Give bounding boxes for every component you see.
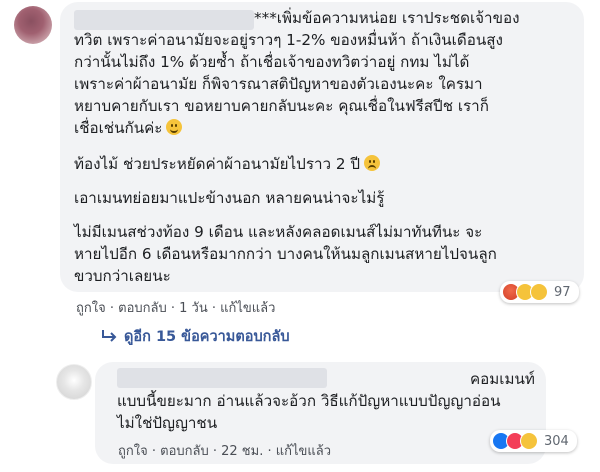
reply-text-line: แบบนี้ขยะมาก อ่านแล้วจะอ้วก วิธีแก้ปัญหา…: [117, 392, 501, 410]
haha-reaction-icon: [520, 432, 538, 450]
reaction-count: 97: [554, 284, 571, 300]
comment-text-line: เอาเมนทย่อยมาแปะข้างนอก หลายคนน่าจะไม่รู…: [74, 189, 385, 207]
view-more-replies-link[interactable]: ดูอีก 15 ข้อความตอบกลับ: [124, 325, 290, 348]
reaction-count: 304: [544, 433, 569, 449]
edited-label[interactable]: แก้ไขแล้ว: [220, 301, 275, 316]
comment-text-line: ไม่มีเมนสช่วงท้อง 9 เดือน และหลังคลอดเมน…: [74, 223, 483, 241]
edited-label[interactable]: แก้ไขแล้ว: [276, 444, 331, 459]
reply-link[interactable]: ตอบกลับ: [160, 444, 209, 459]
like-link[interactable]: ถูกใจ: [76, 301, 106, 316]
reply-actions: ถูกใจ · ตอบกลับ · 22 ชม. · แก้ไขแล้ว: [118, 444, 332, 459]
smile-emoji-icon: [166, 119, 183, 135]
timestamp[interactable]: 1 วัน: [179, 301, 208, 316]
comment-text-line: หยาบคายกับเรา ขอหยาบคายกลับนะคะ คุณเชื่อ…: [74, 97, 489, 115]
sad-emoji-icon: [364, 155, 380, 171]
comment-text-line: ***เพิ่มข้อความหน่อย เราประชดเจ้าของ: [254, 9, 520, 27]
comment-text-line: ท้องไม้ ช่วยประหยัดค่าผ้าอนามัยไปราว 2 ป…: [74, 153, 380, 175]
reaction-summary[interactable]: 304: [490, 430, 577, 452]
comment-actions: ถูกใจ · ตอบกลับ · 1 วัน · แก้ไขแล้ว: [76, 301, 276, 316]
reply-link[interactable]: ตอบกลับ: [118, 301, 167, 316]
haha-reaction-icon: [530, 283, 548, 301]
reply-text-line: คอมเมนท์: [470, 370, 535, 388]
comment-text-line: ขวบกว่าเลยนะ: [74, 267, 171, 285]
reply-arrow-icon: [100, 328, 118, 347]
timestamp[interactable]: 22 ชม.: [221, 444, 263, 459]
comment-text-line: กว่านั้นไม่ถึง 1% ด้วยซ้ำ ถ้าเชื่อเจ้าขอ…: [74, 53, 470, 71]
reply-avatar[interactable]: [56, 364, 92, 400]
reaction-summary[interactable]: 97: [500, 281, 579, 303]
redacted-username[interactable]: [117, 368, 327, 388]
comment-text-line: หายไปอีก 6 เดือนหรือมากกว่า บางคนให้นมลู…: [74, 245, 497, 263]
comment-text-line: เพราะค่าผ้าอนามัย ก็พิจารณาสติปัญหาของตั…: [74, 75, 483, 93]
comment-text-line: ทวิต เพราะค่าอนามัยจะอยู่ราวๆ 1-2% ของหม…: [74, 31, 503, 49]
like-link[interactable]: ถูกใจ: [118, 444, 148, 459]
commenter-avatar[interactable]: [14, 6, 52, 44]
redacted-username[interactable]: [74, 10, 254, 30]
reply-text-line: ไม่ใช่ปัญญาชน: [117, 414, 218, 432]
comment-text-line: เชื่อเช่นกันค่ะ: [74, 117, 183, 139]
